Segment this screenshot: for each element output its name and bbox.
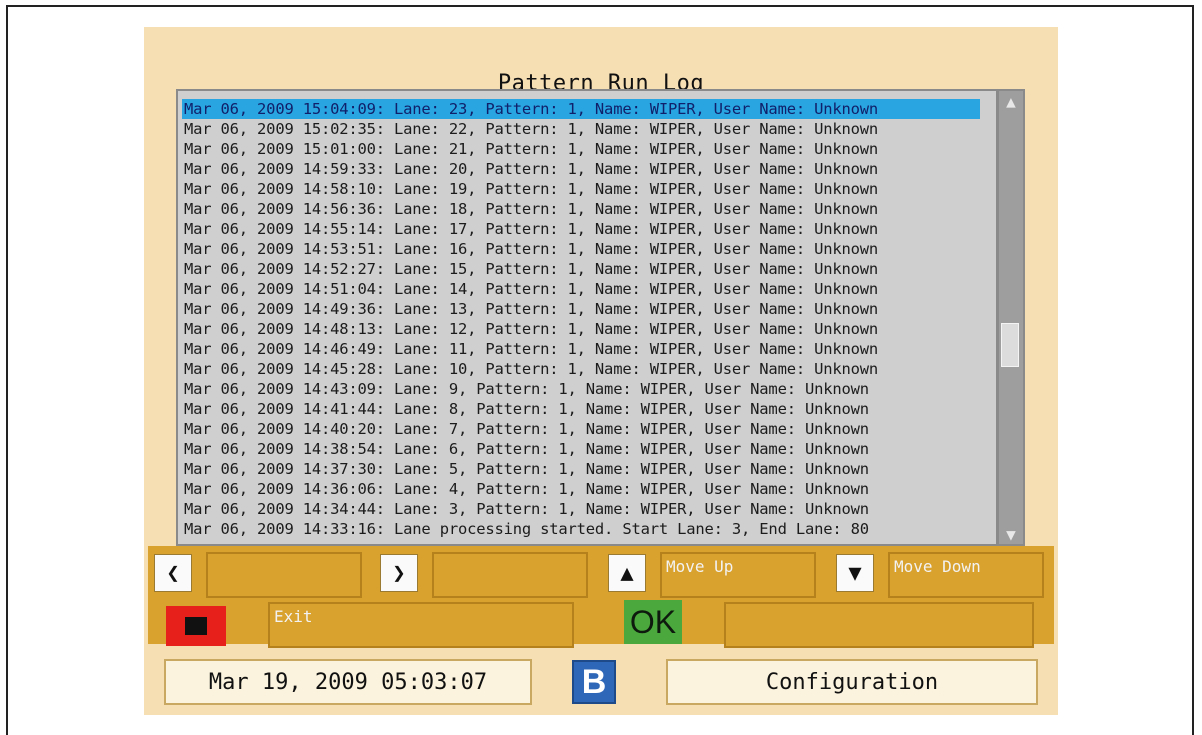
scroll-thumb[interactable] [1001,323,1019,367]
log-entry[interactable]: Mar 06, 2009 14:52:27: Lane: 15, Pattern… [182,259,980,279]
log-entry[interactable]: Mar 06, 2009 14:41:44: Lane: 8, Pattern:… [182,399,980,419]
log-entry[interactable]: Mar 06, 2009 15:02:35: Lane: 22, Pattern… [182,119,980,139]
log-entry[interactable]: Mar 06, 2009 14:53:51: Lane: 16, Pattern… [182,239,980,259]
right-arrow-button[interactable]: ❯ [380,554,418,592]
configuration-button[interactable]: Configuration [666,659,1038,705]
log-entry[interactable]: Mar 06, 2009 14:34:44: Lane: 3, Pattern:… [182,499,980,519]
log-entry[interactable]: Mar 06, 2009 14:56:36: Lane: 18, Pattern… [182,199,980,219]
ok-field [724,602,1034,648]
button-bar: ❮ ❯ ▲ Move Up ▼ Move Down Exit OK [148,546,1054,648]
left-field [206,552,362,598]
log-entry-selected[interactable]: Mar 06, 2009 15:04:09: Lane: 23, Pattern… [182,99,980,119]
log-entry[interactable]: Mar 06, 2009 14:46:49: Lane: 11, Pattern… [182,339,980,359]
log-entry[interactable]: Mar 06, 2009 14:37:30: Lane: 5, Pattern:… [182,459,980,479]
log-entry[interactable]: Mar 06, 2009 14:40:20: Lane: 7, Pattern:… [182,419,980,439]
current-datetime: Mar 19, 2009 05:03:07 [164,659,532,705]
log-list[interactable]: Mar 06, 2009 15:04:09: Lane: 23, Pattern… [182,99,980,542]
ok-button[interactable]: OK [624,600,682,644]
right-field [432,552,588,598]
log-entry[interactable]: Mar 06, 2009 14:45:28: Lane: 10, Pattern… [182,359,980,379]
log-listbox[interactable]: Mar 06, 2009 15:04:09: Lane: 23, Pattern… [176,89,998,546]
move-up-label-field[interactable]: Move Up [660,552,816,598]
brand-logo-icon[interactable]: B [572,660,616,704]
pattern-run-log-panel: Pattern Run Log Mar 06, 2009 15:04:09: L… [144,27,1058,715]
log-entry[interactable]: Mar 06, 2009 14:38:54: Lane: 6, Pattern:… [182,439,980,459]
move-down-label-field[interactable]: Move Down [888,552,1044,598]
log-entry[interactable]: Mar 06, 2009 14:49:36: Lane: 13, Pattern… [182,299,980,319]
arrow-down-icon: ▼ [848,560,862,586]
left-arrow-button[interactable]: ❮ [154,554,192,592]
log-entry[interactable]: Mar 06, 2009 14:36:06: Lane: 4, Pattern:… [182,479,980,499]
log-entry[interactable]: Mar 06, 2009 14:58:10: Lane: 19, Pattern… [182,179,980,199]
stop-icon [185,617,207,635]
log-entry[interactable]: Mar 06, 2009 14:43:09: Lane: 9, Pattern:… [182,379,980,399]
log-entry[interactable]: Mar 06, 2009 14:51:04: Lane: 14, Pattern… [182,279,980,299]
stop-button[interactable] [166,606,226,646]
move-down-button[interactable]: ▼ [836,554,874,592]
exit-field[interactable]: Exit [268,602,574,648]
log-entry[interactable]: Mar 06, 2009 14:55:14: Lane: 17, Pattern… [182,219,980,239]
arrow-right-icon: ❯ [392,560,406,586]
log-entry[interactable]: Mar 06, 2009 14:59:33: Lane: 20, Pattern… [182,159,980,179]
move-up-button[interactable]: ▲ [608,554,646,592]
scroll-up-arrow-icon[interactable]: ▲ [1001,91,1021,111]
log-scrollbar[interactable]: ▲ ▼ [997,89,1025,546]
log-entry[interactable]: Mar 06, 2009 14:48:13: Lane: 12, Pattern… [182,319,980,339]
scroll-down-arrow-icon[interactable]: ▼ [1001,524,1021,544]
arrow-up-icon: ▲ [620,560,634,586]
log-entry[interactable]: Mar 06, 2009 14:33:16: Lane processing s… [182,519,980,539]
arrow-left-icon: ❮ [166,560,180,586]
log-entry[interactable]: Mar 06, 2009 15:01:00: Lane: 21, Pattern… [182,139,980,159]
